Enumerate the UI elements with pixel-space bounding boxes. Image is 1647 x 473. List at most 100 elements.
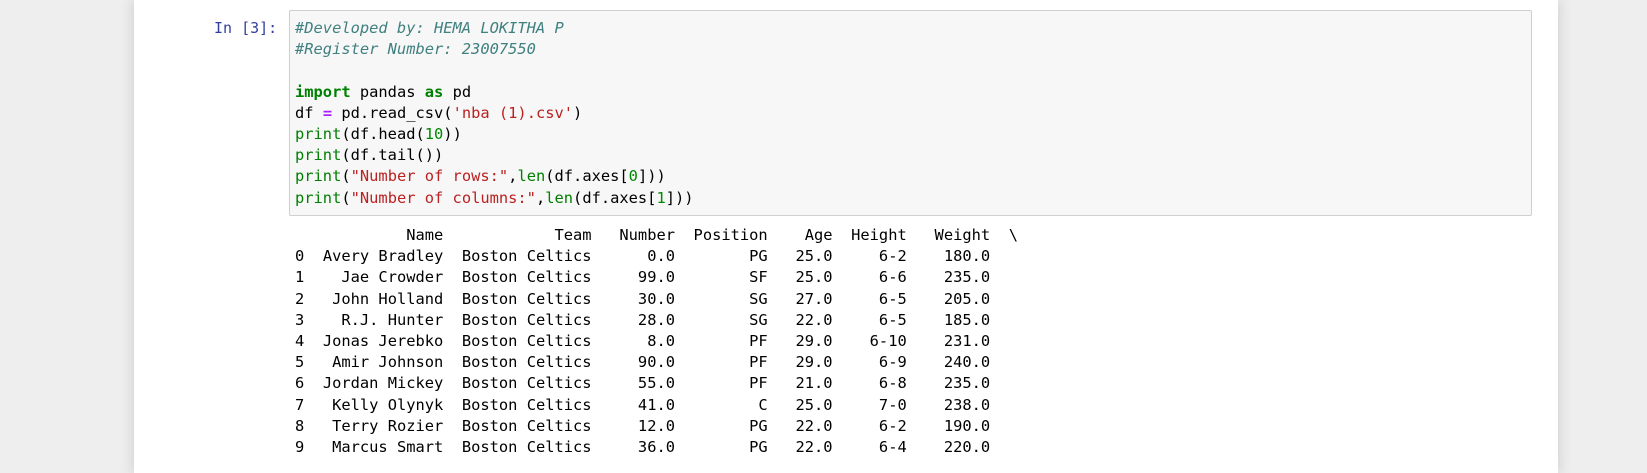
- column-header: Team: [461, 226, 592, 244]
- row-index: 7: [295, 395, 305, 414]
- row-index: 8: [295, 416, 305, 435]
- code-token: ])): [637, 167, 666, 186]
- cell-value: Terry Rozier: [322, 416, 444, 435]
- code-token: import: [295, 82, 351, 101]
- cell-value: PG: [684, 247, 768, 266]
- output-row: 2 John Holland Boston Celtics 30.0 SG 27…: [295, 289, 1018, 310]
- output-row: 8 Terry Rozier Boston Celtics 12.0 PG 22…: [295, 416, 1018, 437]
- cell-value: 180.0: [925, 247, 991, 266]
- cell-value: 6-5: [841, 289, 907, 308]
- code-token: "Number of columns:": [350, 188, 536, 207]
- cell-value: Boston Celtics: [461, 437, 592, 456]
- code-token: (df.axes[: [545, 167, 629, 186]
- row-index: 4: [295, 331, 305, 350]
- cell-value: 6-8: [841, 374, 907, 393]
- input-prompt: In [3]:: [214, 19, 278, 37]
- cell-value: 8.0: [610, 331, 675, 350]
- code-token: len: [545, 188, 574, 207]
- code-token: 'nba (1).csv': [452, 103, 574, 122]
- code-token: 0: [628, 167, 638, 186]
- cell-value: 55.0: [610, 374, 675, 393]
- cell-value: 30.0: [610, 289, 675, 308]
- code-line: print(df.head(10)): [295, 125, 462, 143]
- cell-value: 220.0: [925, 437, 991, 456]
- code-line: print("Number of columns:",len(df.axes[1…: [295, 189, 694, 207]
- code-token: print: [295, 125, 342, 144]
- cell-value: Marcus Smart: [322, 437, 444, 456]
- cell-value: PG: [684, 437, 768, 456]
- cell-value: PG: [684, 416, 768, 435]
- code-token: =: [322, 103, 333, 122]
- code-token: pd.read_csv(: [332, 103, 453, 122]
- column-header: Name: [322, 226, 444, 244]
- output-row: 0 Avery Bradley Boston Celtics 0.0 PG 25…: [295, 246, 1018, 267]
- code-token: (df.axes[: [573, 188, 657, 207]
- cell-value: C: [684, 395, 768, 414]
- cell-value: 6-5: [841, 310, 907, 329]
- cell-value: 185.0: [925, 310, 991, 329]
- code-line: print(df.tail()): [295, 146, 443, 164]
- cell-value: Boston Celtics: [461, 374, 592, 393]
- cell-value: Boston Celtics: [461, 289, 592, 308]
- cell-value: Boston Celtics: [461, 416, 592, 435]
- row-index: 5: [295, 353, 305, 372]
- cell-value: 25.0: [786, 247, 833, 266]
- cell-value: 238.0: [925, 395, 991, 414]
- code-token: #Register Number: 23007550: [295, 40, 536, 59]
- cell-value: Boston Celtics: [461, 395, 592, 414]
- code-token: ])): [665, 188, 694, 207]
- cell-value: 190.0: [925, 416, 991, 435]
- code-cell-input[interactable]: #Developed by: HEMA LOKITHA P #Register …: [289, 10, 1532, 216]
- cell-value: 29.0: [786, 353, 833, 372]
- cell-value: 6-6: [841, 268, 907, 287]
- cell-value: 6-9: [841, 353, 907, 372]
- code-token: print: [295, 188, 342, 207]
- code-token: len: [517, 167, 546, 186]
- cell-value: 41.0: [610, 395, 675, 414]
- cell-value: 6-10: [841, 331, 907, 350]
- cell-value: 6-2: [841, 416, 907, 435]
- cell-value: Boston Celtics: [461, 268, 592, 287]
- code-token: )): [443, 125, 462, 144]
- output-row: 3 R.J. Hunter Boston Celtics 28.0 SG 22.…: [295, 310, 1018, 331]
- cell-value: Boston Celtics: [461, 310, 592, 329]
- cell-value: R.J. Hunter: [322, 310, 444, 329]
- code-token: print: [295, 167, 342, 186]
- row-index: 6: [295, 374, 305, 393]
- cell-value: 25.0: [786, 268, 833, 287]
- cell-value: 29.0: [786, 331, 833, 350]
- output-row: 9 Marcus Smart Boston Celtics 36.0 PG 22…: [295, 437, 1018, 458]
- code-token: pandas: [350, 82, 425, 101]
- output-header-row: Name Team Number Position Age Height Wei…: [295, 225, 1018, 246]
- cell-value: 99.0: [610, 268, 675, 287]
- code-line: #Register Number: 23007550: [295, 40, 536, 58]
- column-header: Number: [610, 226, 675, 244]
- code-token: ,: [535, 188, 546, 207]
- cell-value: SG: [684, 310, 768, 329]
- cell-value: PF: [684, 374, 768, 393]
- cell-value: PF: [684, 353, 768, 372]
- column-header: Height: [841, 226, 907, 244]
- cell-value: 235.0: [925, 374, 991, 393]
- cell-value: 22.0: [786, 437, 833, 456]
- code-token: (df.head(: [341, 125, 425, 144]
- code-line: print("Number of rows:",len(df.axes[0])): [295, 167, 666, 185]
- cell-value: Jonas Jerebko: [322, 331, 444, 350]
- code-editor[interactable]: #Developed by: HEMA LOKITHA P #Register …: [295, 18, 694, 209]
- row-index: 1: [295, 268, 305, 287]
- cell-value: 21.0: [786, 374, 833, 393]
- cell-value: 36.0: [610, 437, 675, 456]
- column-header: Weight: [925, 226, 991, 244]
- code-token: pd: [443, 82, 472, 101]
- code-token: (: [341, 167, 351, 186]
- output-row: 6 Jordan Mickey Boston Celtics 55.0 PF 2…: [295, 373, 1018, 394]
- cell-value: 28.0: [610, 310, 675, 329]
- row-index: 9: [295, 437, 305, 456]
- cell-value: Jordan Mickey: [322, 374, 444, 393]
- output-row: 5 Amir Johnson Boston Celtics 90.0 PF 29…: [295, 352, 1018, 373]
- code-line: df = pd.read_csv('nba (1).csv'): [295, 104, 582, 122]
- code-line: #Developed by: HEMA LOKITHA P: [295, 19, 564, 37]
- output-row: 4 Jonas Jerebko Boston Celtics 8.0 PF 29…: [295, 331, 1018, 352]
- cell-value: 90.0: [610, 353, 675, 372]
- cell-value: Boston Celtics: [461, 247, 592, 266]
